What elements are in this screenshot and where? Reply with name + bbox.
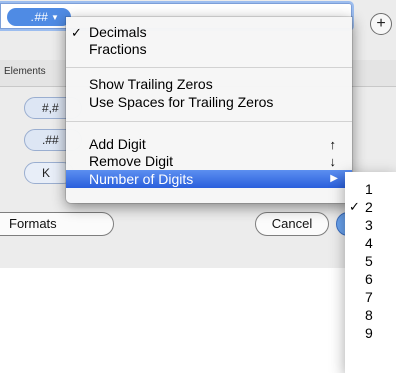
submenu-item-selected[interactable]: ✓ 2	[345, 198, 396, 216]
token-text: .##	[31, 10, 48, 24]
element-token-label: #,#	[42, 101, 59, 115]
menu-separator	[66, 67, 352, 68]
submenu-item[interactable]: 6	[345, 270, 396, 288]
submenu-item[interactable]: 7	[345, 288, 396, 306]
arrow-down-icon: ↓	[329, 154, 337, 169]
element-token-label: .##	[42, 133, 59, 147]
menu-item-number-of-digits[interactable]: Number of Digits ▶	[66, 170, 352, 188]
checkmark-icon: ✓	[71, 25, 82, 40]
submenu-item[interactable]: 9	[345, 324, 396, 342]
menu-item-fractions[interactable]: Fractions	[66, 41, 352, 58]
submenu-item[interactable]: 5	[345, 252, 396, 270]
menu-item-label: Decimals	[89, 24, 147, 40]
submenu-item[interactable]: 8	[345, 306, 396, 324]
submenu-item[interactable]: 3	[345, 216, 396, 234]
menu-item-remove-digit[interactable]: Remove Digit ↓	[66, 153, 352, 170]
menu-item-label: Number of Digits	[89, 171, 194, 187]
menu-item-show-trailing-zeros[interactable]: Show Trailing Zeros	[66, 76, 352, 93]
menu-item-use-spaces-trailing-zeros[interactable]: Use Spaces for Trailing Zeros	[66, 94, 352, 111]
submenu-item-label: 2	[365, 199, 373, 215]
cancel-button[interactable]: Cancel	[255, 212, 329, 236]
arrow-up-icon: ↑	[329, 137, 337, 152]
format-token-selected[interactable]: .## ▼	[7, 8, 71, 26]
menu-item-label: Show Trailing Zeros	[89, 76, 213, 92]
submenu-item-label: 3	[365, 217, 373, 233]
submenu-item-label: 7	[365, 289, 373, 305]
submenu-item[interactable]: 1	[345, 180, 396, 198]
submenu-item-label: 4	[365, 235, 373, 251]
menu-item-label: Use Spaces for Trailing Zeros	[89, 94, 274, 110]
menu-item-decimals[interactable]: ✓ Decimals	[66, 24, 352, 41]
add-button[interactable]: +	[370, 13, 392, 35]
submenu-item-label: 5	[365, 253, 373, 269]
submenu-item-label: 9	[365, 325, 373, 341]
submenu-item-label: 6	[365, 271, 373, 287]
menu-item-label: Fractions	[89, 41, 147, 57]
checkmark-icon: ✓	[349, 199, 360, 214]
plus-icon: +	[376, 15, 386, 32]
chevron-down-icon[interactable]: ▼	[51, 13, 59, 22]
page-background	[0, 268, 396, 373]
menu-item-label: Add Digit	[89, 136, 146, 152]
digits-submenu: 1 ✓ 2 3 4 5 6 7 8 9	[345, 172, 396, 373]
submenu-item-label: 8	[365, 307, 373, 323]
tab-elements[interactable]: Elements	[4, 66, 46, 77]
menu-separator	[66, 121, 352, 122]
menu-item-label: Remove Digit	[89, 153, 174, 169]
submenu-arrow-icon: ▶	[330, 173, 338, 184]
formats-button[interactable]: Formats	[0, 212, 114, 236]
submenu-item[interactable]: 4	[345, 234, 396, 252]
element-token-label: K	[42, 166, 51, 180]
token-menu: ✓ Decimals Fractions Show Trailing Zeros…	[66, 17, 352, 203]
submenu-item-label: 1	[365, 181, 373, 197]
menu-item-add-digit[interactable]: Add Digit ↑	[66, 136, 352, 153]
